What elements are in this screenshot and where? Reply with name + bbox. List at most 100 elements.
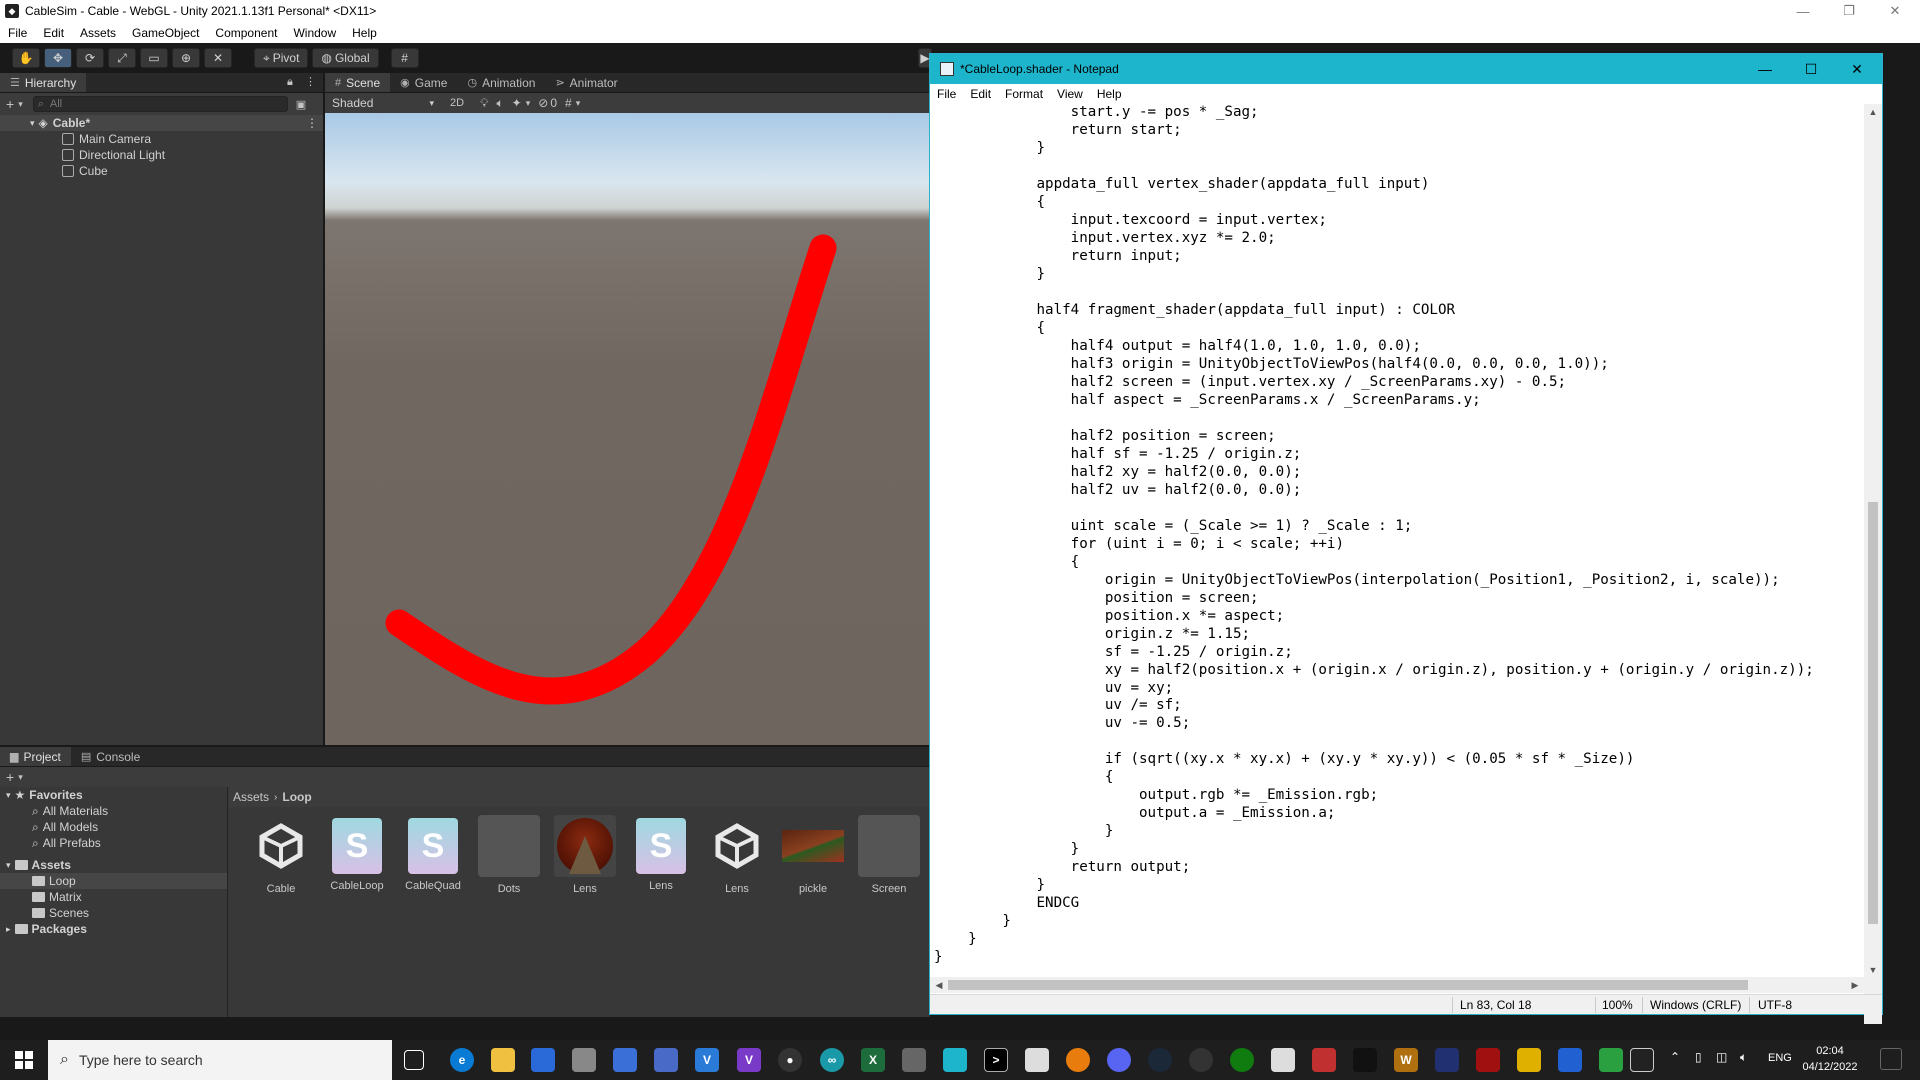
asset-item[interactable]: S CableLoop [319,815,395,895]
expand-arrow-icon[interactable]: ▾ [30,118,35,129]
maximize-icon[interactable]: ☐ [1788,54,1834,84]
menu-file[interactable]: File [930,87,963,101]
menu-view[interactable]: View [1050,87,1090,101]
dropdown-arrow-icon[interactable]: ▾ [18,772,23,783]
hidden-objects-toggle[interactable]: ⊘ 0 [538,96,557,110]
tab-project[interactable]: ▆ Project [0,747,71,766]
collapse-arrow-icon[interactable]: ▸ [6,924,11,935]
tab-animation[interactable]: ◷ Animation [457,73,545,92]
text-editor-area[interactable]: start.y -= pos * _Sag; return start; } a… [930,104,1864,1019]
favorites-item[interactable]: ⌕ All Materials [0,803,227,819]
xbox-icon[interactable] [1230,1048,1254,1072]
menu-gameobject[interactable]: GameObject [124,26,207,40]
volume-icon[interactable]: 🔈︎ [1740,1050,1747,1065]
grid-snap-icon[interactable]: # [390,48,419,68]
hand-tool-icon[interactable]: ✋ [12,48,40,68]
discord-icon[interactable] [1107,1048,1131,1072]
menu-format[interactable]: Format [998,87,1050,101]
shading-mode-dropdown[interactable]: Shaded ▾ [328,95,438,111]
asset-item[interactable]: Lens [699,815,775,895]
asset-item[interactable]: S Lens [623,815,699,895]
scale-tool-icon[interactable]: ⤢ [108,48,136,68]
menu-component[interactable]: Component [207,26,285,40]
app-icon[interactable] [1599,1048,1623,1072]
app-icon[interactable] [1025,1048,1049,1072]
app-icon[interactable] [1517,1048,1541,1072]
asset-item[interactable]: Lens [547,815,623,895]
notepad-taskbar-icon[interactable] [943,1048,967,1072]
minimize-icon[interactable]: — [1742,54,1788,84]
expand-arrow-icon[interactable]: ▾ [6,860,11,871]
edge-icon[interactable]: e [450,1048,474,1072]
filter-icon[interactable]: ▣ [296,98,306,111]
app-icon[interactable] [1435,1048,1459,1072]
hierarchy-item[interactable]: Main Camera [0,131,323,147]
pivot-toggle-button[interactable]: ⌖ Pivot [254,48,309,68]
asset-item[interactable]: Cable [243,815,319,895]
visual-studio-icon[interactable]: V [737,1048,761,1072]
tab-console[interactable]: ▤ Console [71,747,150,766]
custom-tool-icon[interactable]: ✕ [204,48,232,68]
menu-help[interactable]: Help [344,26,385,40]
close-icon[interactable]: ✕ [1834,54,1880,84]
favorites-item[interactable]: ⌕ All Models [0,819,227,835]
app-icon[interactable] [902,1048,926,1072]
effects-dropdown-icon[interactable]: ▾ [526,98,531,109]
taskbar-search-box[interactable]: ⌕ Type here to search [48,1040,392,1080]
kebab-menu-icon[interactable]: ⋮ [305,75,316,88]
breadcrumb-item[interactable]: Loop [282,790,311,804]
minimize-icon[interactable]: — [1780,0,1826,22]
dropdown-arrow-icon[interactable]: ▾ [18,99,23,110]
move-tool-icon[interactable]: ✥ [44,48,72,68]
horizontal-scrollbar[interactable]: ◀ ▶ [930,977,1864,993]
app-icon[interactable] [613,1048,637,1072]
tab-game[interactable]: ◉ Game [390,73,457,92]
steam-icon[interactable] [1148,1048,1172,1072]
obs-icon[interactable] [1189,1048,1213,1072]
add-icon[interactable]: + [6,769,14,785]
folder-matrix[interactable]: Matrix [0,889,227,905]
store-icon[interactable] [531,1048,555,1072]
close-icon[interactable]: ✕ [1872,0,1918,22]
rect-tool-icon[interactable]: ▭ [140,48,168,68]
excel-icon[interactable]: X [861,1048,885,1072]
tab-hierarchy[interactable]: ☰ Hierarchy [0,73,87,92]
scroll-right-icon[interactable]: ▶ [1846,977,1864,993]
network-icon[interactable]: ◫ [1716,1050,1727,1064]
hierarchy-item[interactable]: Directional Light [0,147,323,163]
app-icon[interactable] [572,1048,596,1072]
expand-arrow-icon[interactable]: ▾ [6,790,11,801]
menu-assets[interactable]: Assets [72,26,124,40]
transform-tool-icon[interactable]: ⊕ [172,48,200,68]
unity-taskbar-icon[interactable] [1630,1048,1654,1072]
menu-edit[interactable]: Edit [35,26,72,40]
restore-icon[interactable]: ❐ [1826,0,1872,22]
app-icon[interactable] [1312,1048,1336,1072]
favorites-item[interactable]: ⌕ All Prefabs [0,835,227,851]
asset-item[interactable]: S CableQuad [395,815,471,895]
asset-item[interactable]: pickle [775,815,851,895]
tab-animator[interactable]: ⋗ Animator [545,73,627,92]
scrollbar-thumb[interactable] [1868,502,1878,924]
favorites-row[interactable]: ▾ ★ Favorites [0,787,227,803]
app-icon[interactable] [1558,1048,1582,1072]
folder-loop[interactable]: Loop [0,873,227,889]
scene-row[interactable]: ▾ ◈ Cable* ⋮ [0,115,323,131]
hierarchy-item[interactable]: Cube [0,163,323,179]
effects-toggle-icon[interactable]: ✦ [512,96,522,110]
menu-edit[interactable]: Edit [963,87,998,101]
2d-toggle-button[interactable]: 2D [450,97,464,109]
app-icon[interactable] [654,1048,678,1072]
scene-menu-icon[interactable]: ⋮ [306,116,318,130]
app-icon[interactable] [1476,1048,1500,1072]
vertical-scrollbar[interactable]: ▲ ▼ [1864,104,1882,1024]
notifications-icon[interactable] [1880,1048,1902,1070]
system-clock[interactable]: 02:04 04/12/2022 [1800,1043,1860,1075]
battery-icon[interactable]: ▯ [1695,1050,1702,1064]
breadcrumb-item[interactable]: Assets [233,790,269,804]
audio-toggle-icon[interactable]: 🔈︎ [496,96,503,111]
packages-row[interactable]: ▸ Packages [0,921,227,937]
tab-scene[interactable]: # Scene [325,73,391,92]
vscode-icon[interactable]: V [695,1048,719,1072]
lock-icon[interactable]: 🔒︎ [287,76,293,89]
